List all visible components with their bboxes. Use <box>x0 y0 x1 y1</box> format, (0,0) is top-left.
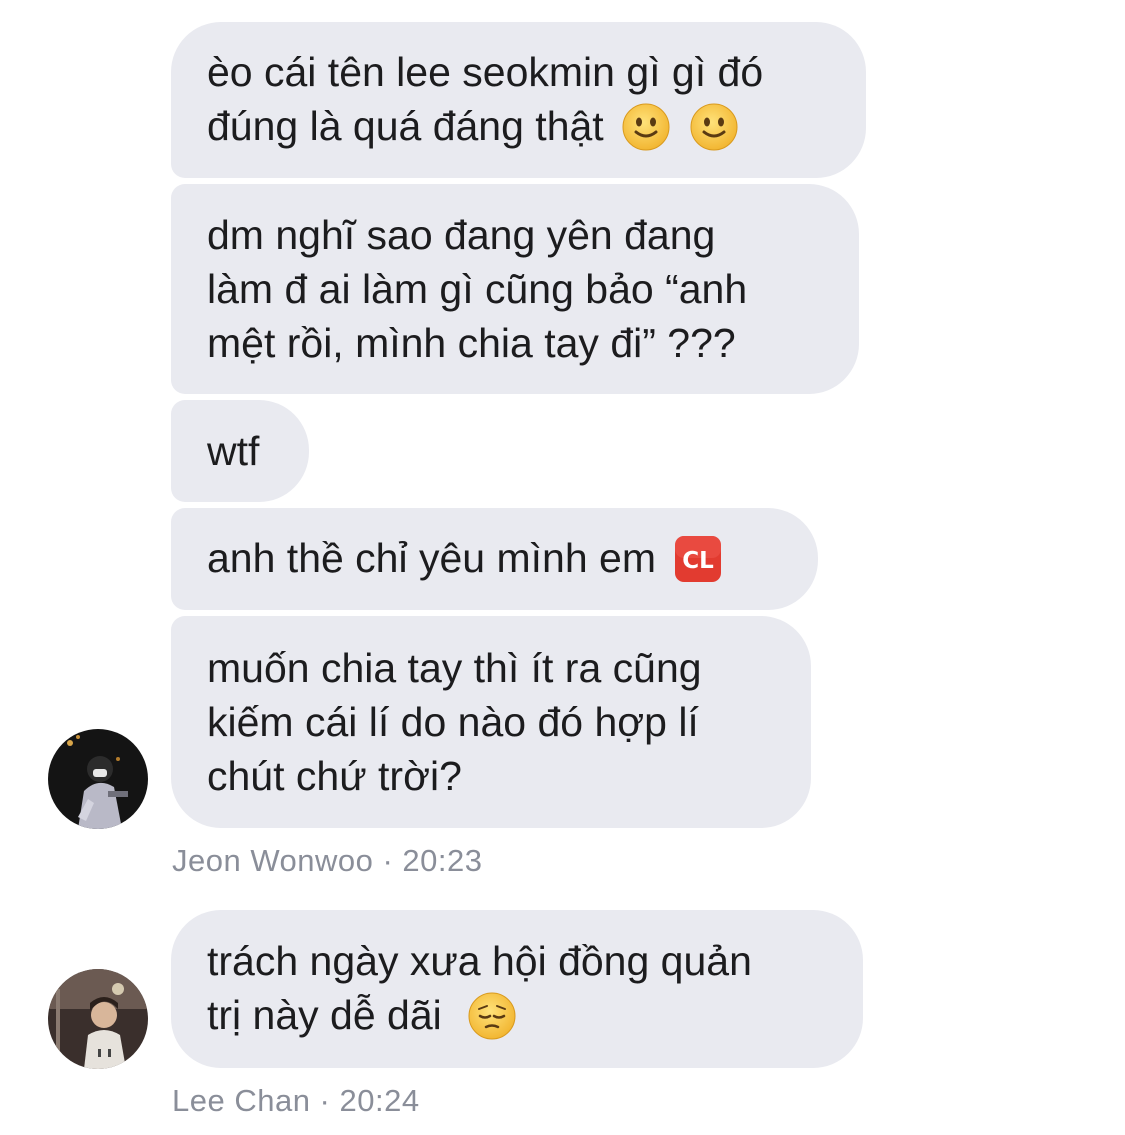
message-text: wtf <box>207 428 260 474</box>
message-text: dm nghĩ sao đang yên đang <box>207 212 716 258</box>
message-bubble[interactable]: muốn chia tay thì ít ra cũng kiếm cái lí… <box>171 616 811 828</box>
slightly-smiling-face-icon <box>622 103 670 151</box>
message-meta: Jeon Wonwoo · 20:23 <box>172 843 483 878</box>
message-bubble[interactable]: anh thề chỉ yêu mình em CL <box>171 508 818 610</box>
message-text: èo cái tên lee seokmin gì gì đó <box>207 49 764 96</box>
message-text: làm đ ai làm gì cũng bảo “anh <box>207 266 748 312</box>
message-bubble[interactable]: èo cái tên lee seokmin gì gì đó đúng là … <box>171 22 866 178</box>
svg-text:CL: CL <box>683 548 715 574</box>
message-text: mệt rồi, mình chia tay đi” ??? <box>207 320 736 366</box>
message-text: kiếm cái lí do nào đó hợp lí <box>207 699 699 745</box>
message-bubble[interactable]: trách ngày xưa hội đồng quản trị này dễ … <box>171 910 863 1068</box>
avatar-jeon-wonwoo[interactable] <box>48 729 148 829</box>
avatar-photo <box>48 729 148 829</box>
slightly-smiling-face-icon <box>690 103 737 151</box>
message-text: đúng là quá đáng thật <box>207 103 604 150</box>
avatar-lee-chan[interactable] <box>48 969 148 1069</box>
message-bubble[interactable]: dm nghĩ sao đang yên đang làm đ ai làm g… <box>171 184 859 394</box>
message-text: muốn chia tay thì ít ra cũng <box>207 645 702 691</box>
avatar-photo <box>48 969 148 1069</box>
message-text: trách ngày xưa hội đồng quản <box>207 938 752 985</box>
message-bubble[interactable]: wtf <box>171 400 309 502</box>
message-text: anh thề chỉ yêu mình em <box>207 535 656 582</box>
message-meta: Lee Chan · 20:24 <box>172 1083 420 1118</box>
message-text: chút chứ trời? <box>207 753 462 799</box>
message-text: trị này dễ dãi <box>207 992 442 1039</box>
pensive-face-icon <box>468 992 516 1040</box>
cl-button-icon: CL <box>675 535 722 582</box>
